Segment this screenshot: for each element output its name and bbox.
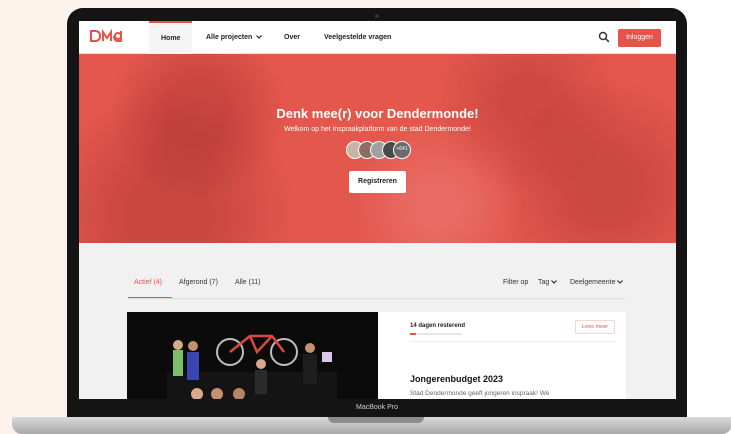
tag-filter-label: Tag	[538, 279, 550, 286]
chevron-down-icon	[256, 35, 263, 39]
site-logo[interactable]	[90, 28, 132, 47]
project-description: Stad Dendermonde geeft jongeren inspraak…	[410, 390, 550, 397]
project-card-image[interactable]	[127, 312, 378, 399]
time-progress-bar	[410, 333, 462, 335]
nav-item-faq[interactable]: Veelgestelde vragen	[324, 21, 391, 54]
login-button[interactable]: Inloggen	[618, 29, 661, 47]
days-remaining: 14 dagen resterend	[410, 323, 466, 329]
nav-item-about-label: Over	[284, 34, 300, 41]
participant-count-badge: +641	[393, 141, 411, 159]
camera-icon	[375, 14, 379, 18]
hero-title: Denk mee(r) voor Dendermonde!	[276, 106, 479, 121]
participant-avatars: +641	[346, 141, 416, 159]
hero-subtitle: Welkom op het inspraakplatform van de st…	[284, 126, 471, 133]
logo-mark-icon	[90, 28, 122, 42]
register-button[interactable]: Registreren	[349, 171, 406, 193]
nav-item-home[interactable]: Home	[149, 21, 193, 54]
chevron-down-icon	[617, 280, 624, 284]
tab-all[interactable]: Alle (11)	[235, 279, 261, 286]
nav-item-home-label: Home	[161, 35, 181, 42]
time-progress-fill	[410, 333, 417, 335]
chevron-down-icon	[551, 280, 558, 284]
nav-item-about[interactable]: Over	[284, 21, 300, 54]
municipality-filter-dropdown[interactable]: Deelgemeente	[570, 279, 624, 286]
navbar: Home Alle projecten Over Veelgestelde vr…	[79, 21, 676, 54]
search-icon[interactable]	[598, 31, 610, 43]
filter-divider	[128, 298, 625, 299]
filter-label: Filter op	[503, 279, 529, 286]
project-title[interactable]: Jongerenbudget 2023	[410, 374, 503, 384]
tag-filter-dropdown[interactable]: Tag	[538, 279, 558, 286]
laptop-screen: Home Alle projecten Over Veelgestelde vr…	[79, 21, 676, 399]
laptop-notch	[328, 417, 424, 423]
nav-item-faq-label: Veelgestelde vragen	[324, 34, 392, 41]
nav-item-all-projects-label: Alle projecten	[206, 34, 253, 41]
project-photo	[127, 312, 378, 399]
read-more-button[interactable]: Lees meer	[575, 320, 615, 334]
municipality-filter-label: Deelgemeente	[570, 279, 616, 286]
card-divider	[410, 341, 616, 342]
nav-item-all-projects[interactable]: Alle projecten	[206, 21, 263, 54]
project-card-body[interactable]: 14 dagen resterend Lees meer Jongerenbud…	[378, 312, 626, 399]
hero-banner: Denk mee(r) voor Dendermonde! Welkom op …	[79, 54, 676, 243]
device-label: MacBook Pro	[355, 404, 399, 411]
tab-active[interactable]: Actief (4)	[134, 279, 162, 286]
tab-completed[interactable]: Afgerond (7)	[179, 279, 218, 286]
